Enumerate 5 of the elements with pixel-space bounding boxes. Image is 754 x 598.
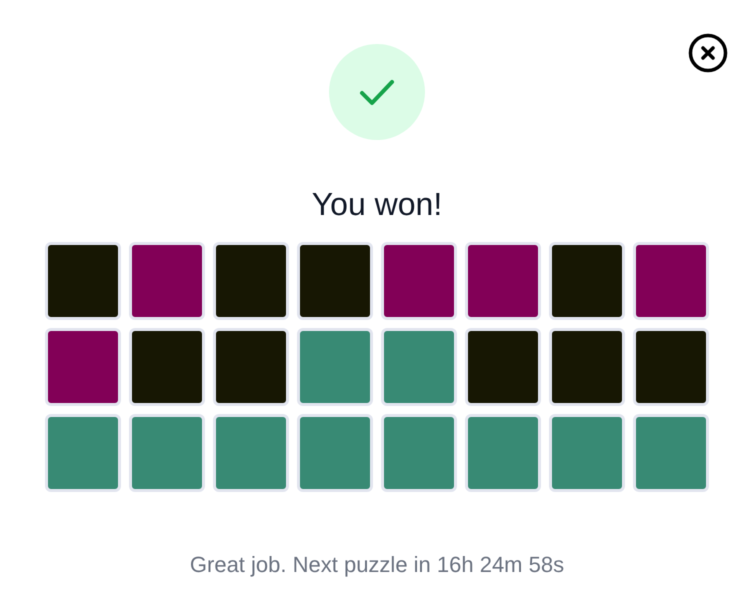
close-button[interactable] [688,33,728,73]
close-icon [688,33,728,73]
result-title: You won! [312,186,442,222]
countdown-message: Great job. Next puzzle in 16h 24m 58s [190,552,564,578]
checkmark-icon [359,78,395,106]
